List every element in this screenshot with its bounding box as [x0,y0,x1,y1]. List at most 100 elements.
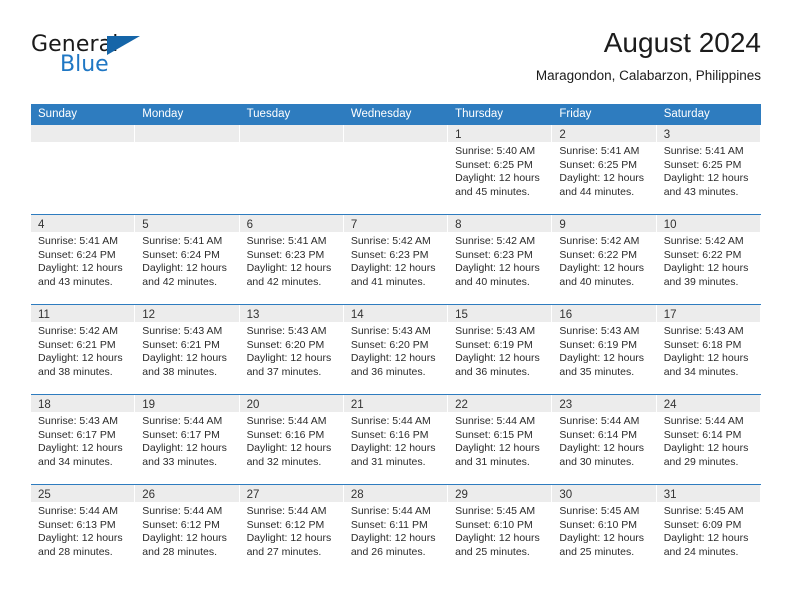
day-number: 10 [663,219,677,231]
calendar-day-cell[interactable]: 14 Sunrise: 5:43 AM Sunset: 6:20 PM Dayligh… [343,305,449,394]
calendar-day-cell[interactable]: 10 Sunrise: 5:42 AM Sunset: 6:22 PM Dayligh… [656,215,761,304]
day-sun-info: Sunrise: 5:43 AM Sunset: 6:20 PM Daylight:… [240,322,343,379]
day-sun-info: Sunrise: 5:44 AM Sunset: 6:16 PM Daylight:… [240,412,343,469]
daylight-text: Daylight: 12 hours and 42 minutes. [142,262,227,288]
sunset-text: Sunset: 6:19 PM [455,338,533,351]
day-number-band: 3 [656,125,760,142]
sunset-text: Sunset: 6:21 PM [142,338,220,351]
day-sun-info: Sunrise: 5:42 AM Sunset: 6:21 PM Daylight:… [31,322,134,379]
sunrise-text: Sunrise: 5:45 AM [663,505,744,517]
day-number-band: 11 [31,305,135,322]
sunset-text: Sunset: 6:16 PM [350,428,429,441]
sunset-text: Sunset: 6:16 PM [246,428,325,441]
calendar-day-cell[interactable]: 20 Sunrise: 5:44 AM Sunset: 6:16 PM Dayligh… [239,395,344,484]
day-number: 20 [246,399,260,411]
calendar-day-empty [343,125,449,214]
day-sun-info: Sunrise: 5:44 AM Sunset: 6:11 PM Daylight:… [344,502,447,559]
calendar-day-cell[interactable]: 23 Sunrise: 5:44 AM Sunset: 6:14 PM Dayligh… [552,395,657,484]
day-number: 14 [350,309,364,321]
sunset-text: Sunset: 6:22 PM [559,248,638,261]
daylight-text: Daylight: 12 hours and 39 minutes. [663,262,749,288]
daylight-text: Daylight: 12 hours and 25 minutes. [559,532,645,558]
calendar-day-cell[interactable]: 19 Sunrise: 5:44 AM Sunset: 6:17 PM Dayligh… [135,395,240,484]
calendar-day-cell[interactable]: 12 Sunrise: 5:43 AM Sunset: 6:21 PM Dayligh… [135,305,240,394]
day-sun-info: Sunrise: 5:42 AM Sunset: 6:22 PM Daylight:… [657,232,760,289]
sunrise-text: Sunrise: 5:41 AM [246,235,327,247]
sunset-text: Sunset: 6:18 PM [663,338,742,351]
calendar-day-empty [31,125,136,214]
calendar-day-cell[interactable]: 9 Sunrise: 5:42 AM Sunset: 6:22 PM Daylight… [552,215,657,304]
day-number: 3 [663,129,671,141]
day-number-band [239,125,343,142]
day-number-band [135,125,239,142]
day-sun-info: Sunrise: 5:40 AM Sunset: 6:25 PM Daylight:… [448,142,551,199]
calendar-day-cell[interactable]: 3 Sunrise: 5:41 AM Sunset: 6:25 PM Daylight… [656,125,761,214]
calendar-day-cell[interactable]: 22 Sunrise: 5:44 AM Sunset: 6:15 PM Dayligh… [448,395,553,484]
sunset-text: Sunset: 6:24 PM [38,248,116,261]
day-number: 4 [38,219,45,231]
calendar-day-cell[interactable]: 28 Sunrise: 5:44 AM Sunset: 6:11 PM Dayligh… [343,485,449,574]
day-number-band: 4 [31,215,135,232]
daylight-text: Daylight: 12 hours and 44 minutes. [559,172,645,198]
sunrise-text: Sunrise: 5:43 AM [350,325,431,337]
calendar-week-row: 11 Sunrise: 5:42 AM Sunset: 6:21 PM Dayligh… [31,304,761,394]
sunrise-text: Sunrise: 5:44 AM [559,415,640,427]
calendar-day-cell[interactable]: 7 Sunrise: 5:42 AM Sunset: 6:23 PM Daylight… [343,215,449,304]
calendar-day-cell[interactable]: 30 Sunrise: 5:45 AM Sunset: 6:10 PM Dayligh… [552,485,657,574]
calendar-day-cell[interactable]: 29 Sunrise: 5:45 AM Sunset: 6:10 PM Dayligh… [448,485,553,574]
calendar-day-cell[interactable]: 15 Sunrise: 5:43 AM Sunset: 6:19 PM Dayligh… [448,305,553,394]
calendar-day-cell[interactable]: 16 Sunrise: 5:43 AM Sunset: 6:19 PM Dayligh… [552,305,657,394]
calendar-day-cell[interactable]: 8 Sunrise: 5:42 AM Sunset: 6:23 PM Daylight… [448,215,553,304]
day-sun-info: Sunrise: 5:43 AM Sunset: 6:20 PM Daylight:… [344,322,447,379]
calendar-day-cell[interactable]: 31 Sunrise: 5:45 AM Sunset: 6:09 PM Dayligh… [656,485,761,574]
page-header: General Blue August 2024 Maragondon, Cal… [31,26,761,96]
daylight-text: Daylight: 12 hours and 28 minutes. [142,532,227,558]
sunset-text: Sunset: 6:17 PM [38,428,116,441]
weekday-header-thursday: Thursday [455,108,504,120]
calendar-day-cell[interactable]: 21 Sunrise: 5:44 AM Sunset: 6:16 PM Dayligh… [343,395,449,484]
calendar-day-cell[interactable]: 2 Sunrise: 5:41 AM Sunset: 6:25 PM Daylight… [552,125,657,214]
day-number-band: 5 [135,215,239,232]
calendar-day-cell[interactable]: 17 Sunrise: 5:43 AM Sunset: 6:18 PM Dayligh… [656,305,761,394]
sunrise-text: Sunrise: 5:44 AM [142,415,223,427]
sunset-text: Sunset: 6:10 PM [559,518,638,531]
daylight-text: Daylight: 12 hours and 37 minutes. [246,352,332,378]
sunrise-text: Sunrise: 5:44 AM [663,415,744,427]
day-number: 28 [350,489,364,501]
calendar-day-cell[interactable]: 13 Sunrise: 5:43 AM Sunset: 6:20 PM Dayligh… [239,305,344,394]
calendar-day-cell[interactable]: 24 Sunrise: 5:44 AM Sunset: 6:14 PM Dayligh… [656,395,761,484]
calendar-day-cell[interactable]: 5 Sunrise: 5:41 AM Sunset: 6:24 PM Daylight… [135,215,240,304]
calendar-day-cell[interactable]: 6 Sunrise: 5:41 AM Sunset: 6:23 PM Daylight… [239,215,344,304]
calendar-day-cell[interactable]: 26 Sunrise: 5:44 AM Sunset: 6:12 PM Dayligh… [135,485,240,574]
day-number-band: 16 [552,305,656,322]
day-number: 30 [559,489,573,501]
calendar-day-cell[interactable]: 25 Sunrise: 5:44 AM Sunset: 6:13 PM Dayligh… [31,485,136,574]
sunset-text: Sunset: 6:11 PM [350,518,428,531]
day-number: 24 [663,399,677,411]
day-number-band: 7 [343,215,448,232]
day-sun-info: Sunrise: 5:41 AM Sunset: 6:24 PM Daylight:… [31,232,134,289]
calendar-day-cell[interactable]: 1 Sunrise: 5:40 AM Sunset: 6:25 PM Daylight… [448,125,553,214]
weekday-header-sunday: Sunday [38,108,78,120]
calendar-day-cell[interactable]: 4 Sunrise: 5:41 AM Sunset: 6:24 PM Daylight… [31,215,136,304]
daylight-text: Daylight: 12 hours and 26 minutes. [350,532,436,558]
day-number: 13 [246,309,260,321]
calendar-day-cell[interactable]: 27 Sunrise: 5:44 AM Sunset: 6:12 PM Dayligh… [239,485,344,574]
day-sun-info: Sunrise: 5:41 AM Sunset: 6:23 PM Daylight:… [240,232,343,289]
day-number-band: 12 [135,305,239,322]
day-number-band: 22 [448,395,552,412]
calendar-day-cell[interactable]: 18 Sunrise: 5:43 AM Sunset: 6:17 PM Dayligh… [31,395,136,484]
daylight-text: Daylight: 12 hours and 34 minutes. [38,442,123,468]
day-number: 11 [38,309,50,321]
sunset-text: Sunset: 6:10 PM [455,518,533,531]
calendar-day-cell[interactable]: 11 Sunrise: 5:42 AM Sunset: 6:21 PM Dayligh… [31,305,136,394]
sunrise-text: Sunrise: 5:43 AM [663,325,744,337]
sunset-text: Sunset: 6:20 PM [246,338,325,351]
calendar-week-row: 4 Sunrise: 5:41 AM Sunset: 6:24 PM Daylight… [31,214,761,304]
sunrise-text: Sunrise: 5:43 AM [455,325,536,337]
daylight-text: Daylight: 12 hours and 28 minutes. [38,532,123,558]
day-number-band: 23 [552,395,656,412]
calendar-grid: Sunday Monday Tuesday Wednesday Thursday… [31,104,761,574]
sunrise-text: Sunrise: 5:41 AM [38,235,118,247]
general-blue-logo[interactable]: General Blue [31,32,251,88]
